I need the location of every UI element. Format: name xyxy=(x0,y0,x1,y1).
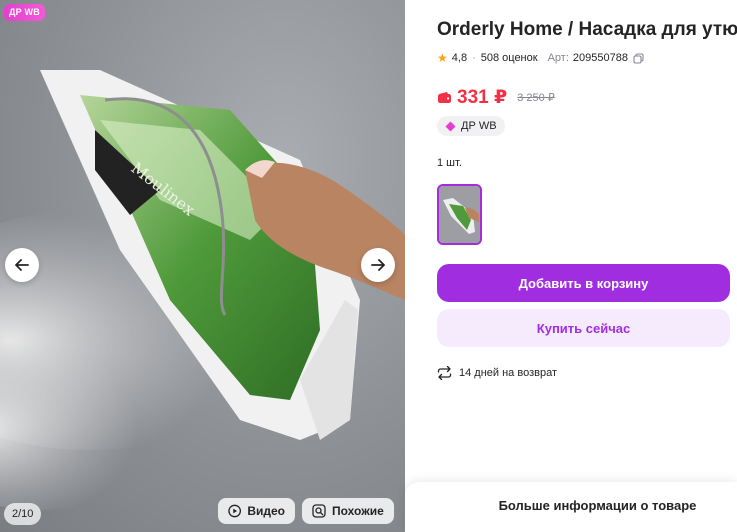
current-price: 331 ₽ xyxy=(457,87,508,108)
separator-dot: · xyxy=(472,52,476,64)
previous-image-button[interactable] xyxy=(5,248,39,282)
add-to-cart-button[interactable]: Добавить в корзину xyxy=(437,264,730,302)
star-icon: ★ xyxy=(437,51,448,65)
reviews-count[interactable]: 508 оценок xyxy=(481,52,538,64)
article-label: Арт: xyxy=(547,52,569,64)
arrow-left-icon xyxy=(15,259,29,271)
play-icon xyxy=(228,504,242,518)
diamond-icon xyxy=(445,121,456,131)
next-image-button[interactable] xyxy=(361,248,395,282)
old-price: 3 250 ₽ xyxy=(517,92,555,104)
returns-info: 14 дней на возврат xyxy=(437,366,557,380)
more-info-link[interactable]: Больше информации о товаре xyxy=(405,498,737,513)
product-info-panel: Orderly Home / Насадка для утюга ★ 4,8 ·… xyxy=(405,0,737,532)
product-title: Orderly Home / Насадка для утюга xyxy=(437,19,737,40)
image-counter: 2/10 xyxy=(4,503,42,525)
arrow-right-icon xyxy=(371,259,385,271)
variant-thumbnail[interactable] xyxy=(437,184,482,245)
promo-badge: ДР WB xyxy=(4,4,45,21)
more-info-panel: Больше информации о товаре xyxy=(405,482,737,532)
buy-now-button[interactable]: Купить сейчас xyxy=(437,309,730,347)
price-row: 331 ₽ 3 250 ₽ xyxy=(437,86,555,109)
copy-icon[interactable] xyxy=(633,52,644,64)
returns-label: 14 дней на возврат xyxy=(459,367,557,379)
similar-label: Похожие xyxy=(332,504,384,518)
rating-value: 4,8 xyxy=(451,52,468,64)
video-button[interactable]: Видео xyxy=(218,498,295,524)
product-photo: Moulinex xyxy=(0,70,405,510)
promo-tag[interactable]: ДР WB xyxy=(437,116,505,136)
search-similar-icon xyxy=(312,504,326,518)
return-arrows-icon xyxy=(437,366,452,380)
article-number: 209550788 xyxy=(572,52,628,64)
similar-button[interactable]: Похожие xyxy=(302,498,394,524)
wallet-icon xyxy=(437,91,452,104)
product-meta: ★ 4,8 · 508 оценок Арт: 209550788 xyxy=(437,51,644,65)
video-label: Видео xyxy=(247,504,285,518)
product-gallery: Moulinex ДР WB 2/10 Видео Похожие xyxy=(0,0,405,532)
promo-tag-label: ДР WB xyxy=(461,120,497,132)
quantity-label: 1 шт. xyxy=(437,157,462,169)
